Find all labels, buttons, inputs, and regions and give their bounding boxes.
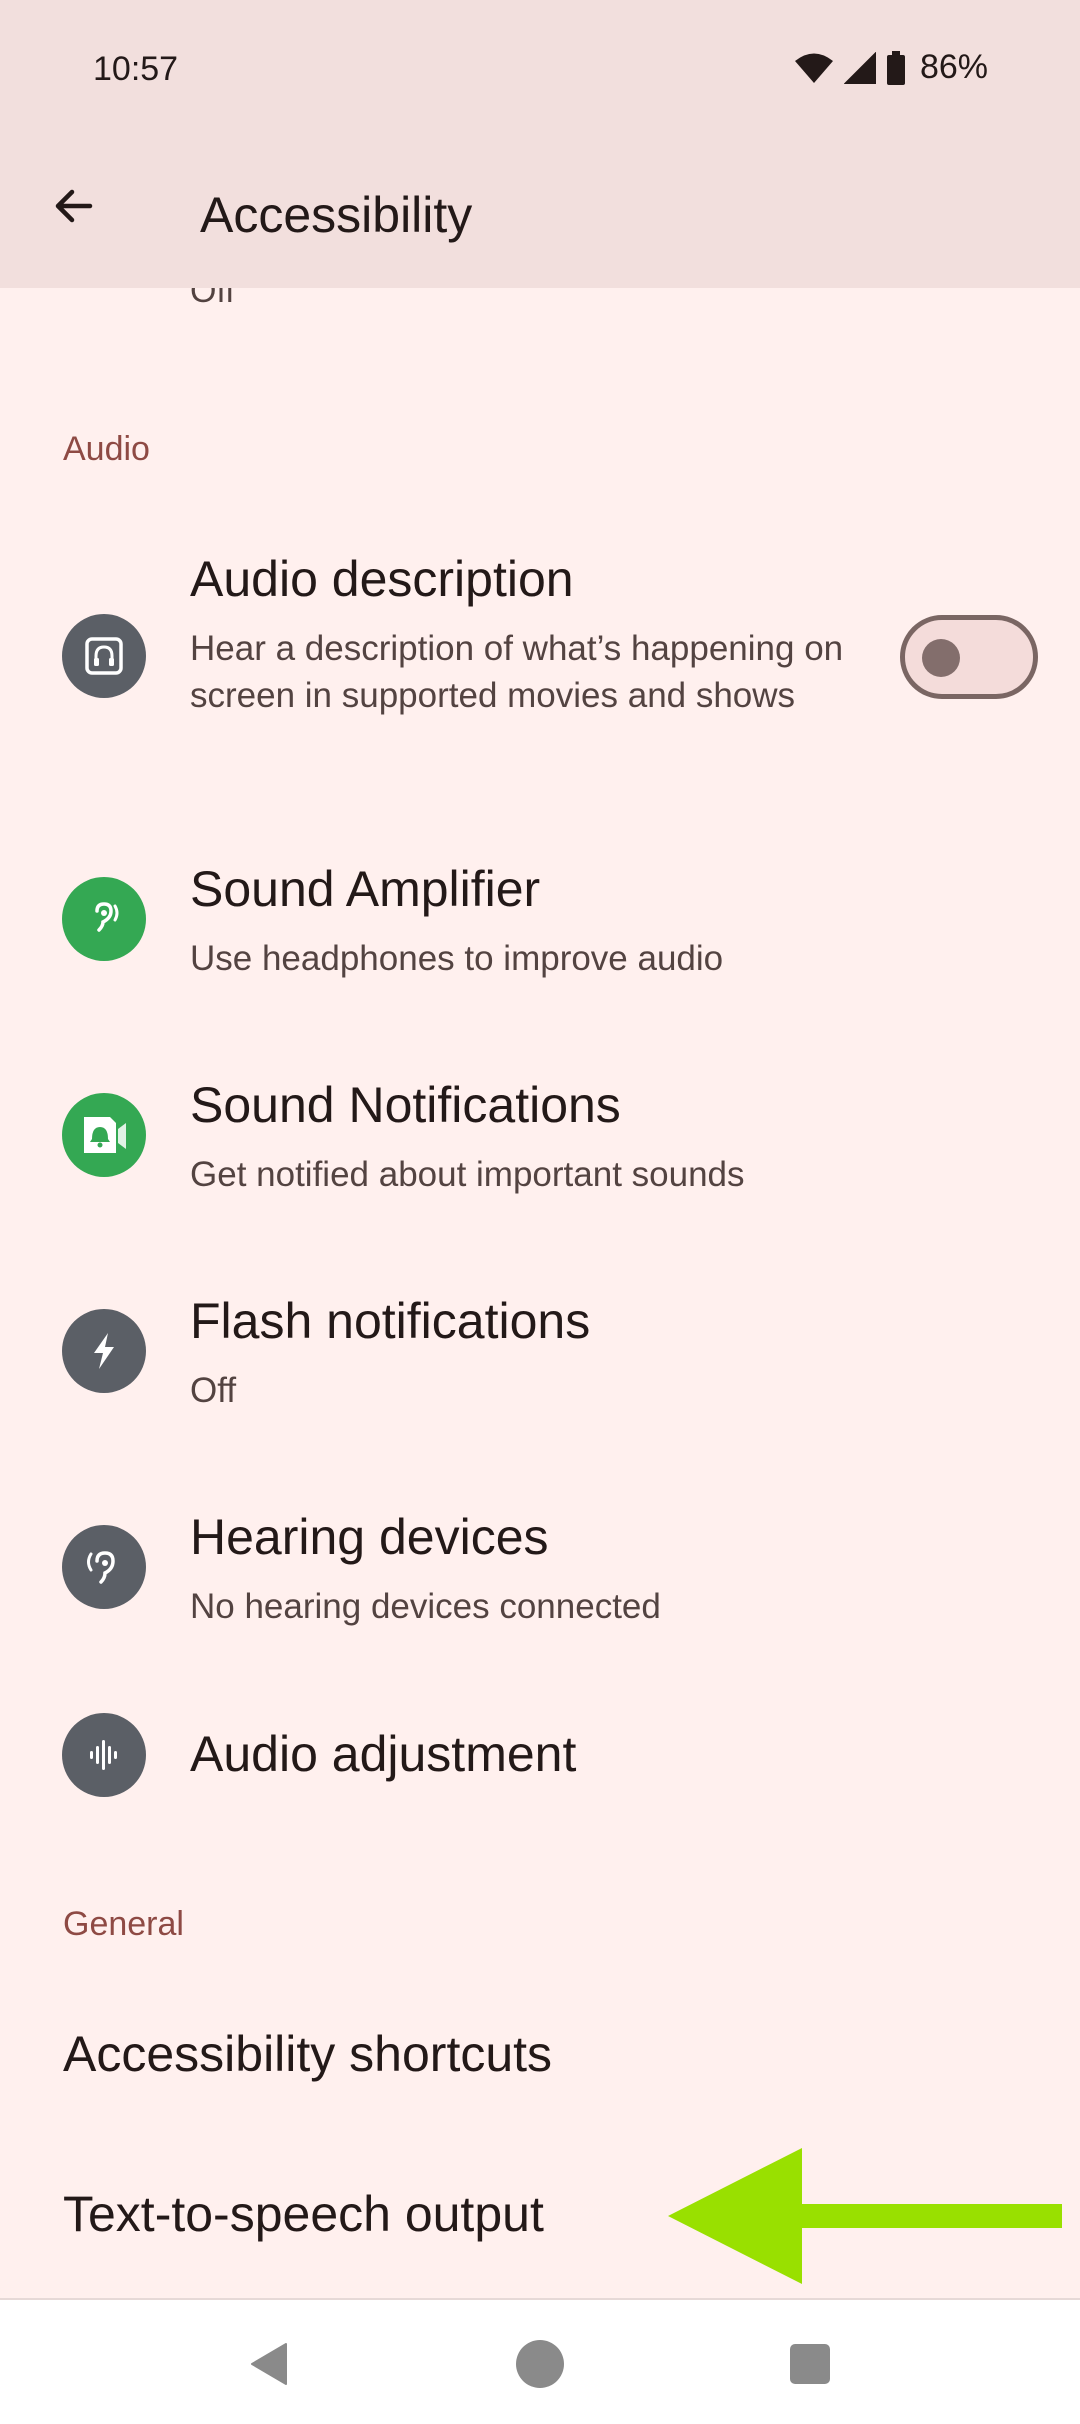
setting-title: Flash notifications bbox=[190, 1293, 591, 1349]
settings-list[interactable]: Off Audio Audio description Hear a descr… bbox=[0, 288, 1080, 2298]
audio-description-icon bbox=[62, 614, 146, 698]
setting-title: Sound Amplifier bbox=[190, 861, 541, 917]
partial-item-subtitle: Off bbox=[190, 288, 235, 310]
signal-icon bbox=[843, 51, 876, 84]
sound-amplifier-icon bbox=[62, 877, 146, 961]
setting-title: Sound Notifications bbox=[190, 1077, 621, 1133]
back-button[interactable] bbox=[38, 170, 110, 242]
battery-icon bbox=[886, 50, 905, 85]
setting-subtitle: No hearing devices connected bbox=[190, 1587, 661, 1626]
triangle-back-icon bbox=[251, 2343, 287, 2385]
app-bar: Accessibility bbox=[0, 140, 1080, 288]
square-recents-icon bbox=[790, 2344, 830, 2384]
status-icons: 86% bbox=[794, 48, 988, 87]
partial-item-icon bbox=[62, 288, 146, 293]
audio-description-toggle[interactable] bbox=[900, 615, 1038, 699]
status-time: 10:57 bbox=[93, 50, 179, 88]
top-area: 10:57 86% Accessibility bbox=[0, 0, 1080, 288]
section-header-audio: Audio bbox=[63, 430, 150, 468]
setting-title: Audio adjustment bbox=[190, 1726, 577, 1782]
flash-icon bbox=[62, 1309, 146, 1393]
waveform-icon bbox=[62, 1713, 146, 1797]
nav-recents-button[interactable] bbox=[780, 2334, 840, 2394]
hearing-icon bbox=[62, 1525, 146, 1609]
setting-title: Accessibility shortcuts bbox=[63, 2026, 553, 2082]
setting-title: Hearing devices bbox=[190, 1509, 549, 1565]
arrow-left-highlight-icon bbox=[668, 2148, 1062, 2284]
setting-title: Audio description bbox=[190, 551, 574, 607]
nav-home-button[interactable] bbox=[510, 2334, 570, 2394]
section-header-general: General bbox=[63, 1905, 184, 1943]
setting-title: Text-to-speech output bbox=[63, 2186, 544, 2242]
sound-notifications-icon bbox=[62, 1093, 146, 1177]
page-title: Accessibility bbox=[200, 187, 473, 243]
status-bar: 10:57 86% bbox=[0, 0, 1080, 140]
setting-subtitle: Hear a description of what’s happening o… bbox=[190, 629, 844, 715]
wifi-icon bbox=[794, 53, 833, 83]
circle-home-icon bbox=[516, 2340, 564, 2388]
arrow-left-icon bbox=[55, 189, 93, 223]
setting-subtitle: Get notified about important sounds bbox=[190, 1155, 745, 1194]
battery-percent: 86% bbox=[919, 48, 988, 86]
nav-back-button[interactable] bbox=[240, 2334, 300, 2394]
navigation-bar bbox=[0, 2298, 1080, 2424]
setting-subtitle: Use headphones to improve audio bbox=[190, 939, 724, 978]
setting-subtitle: Off bbox=[190, 1371, 237, 1410]
